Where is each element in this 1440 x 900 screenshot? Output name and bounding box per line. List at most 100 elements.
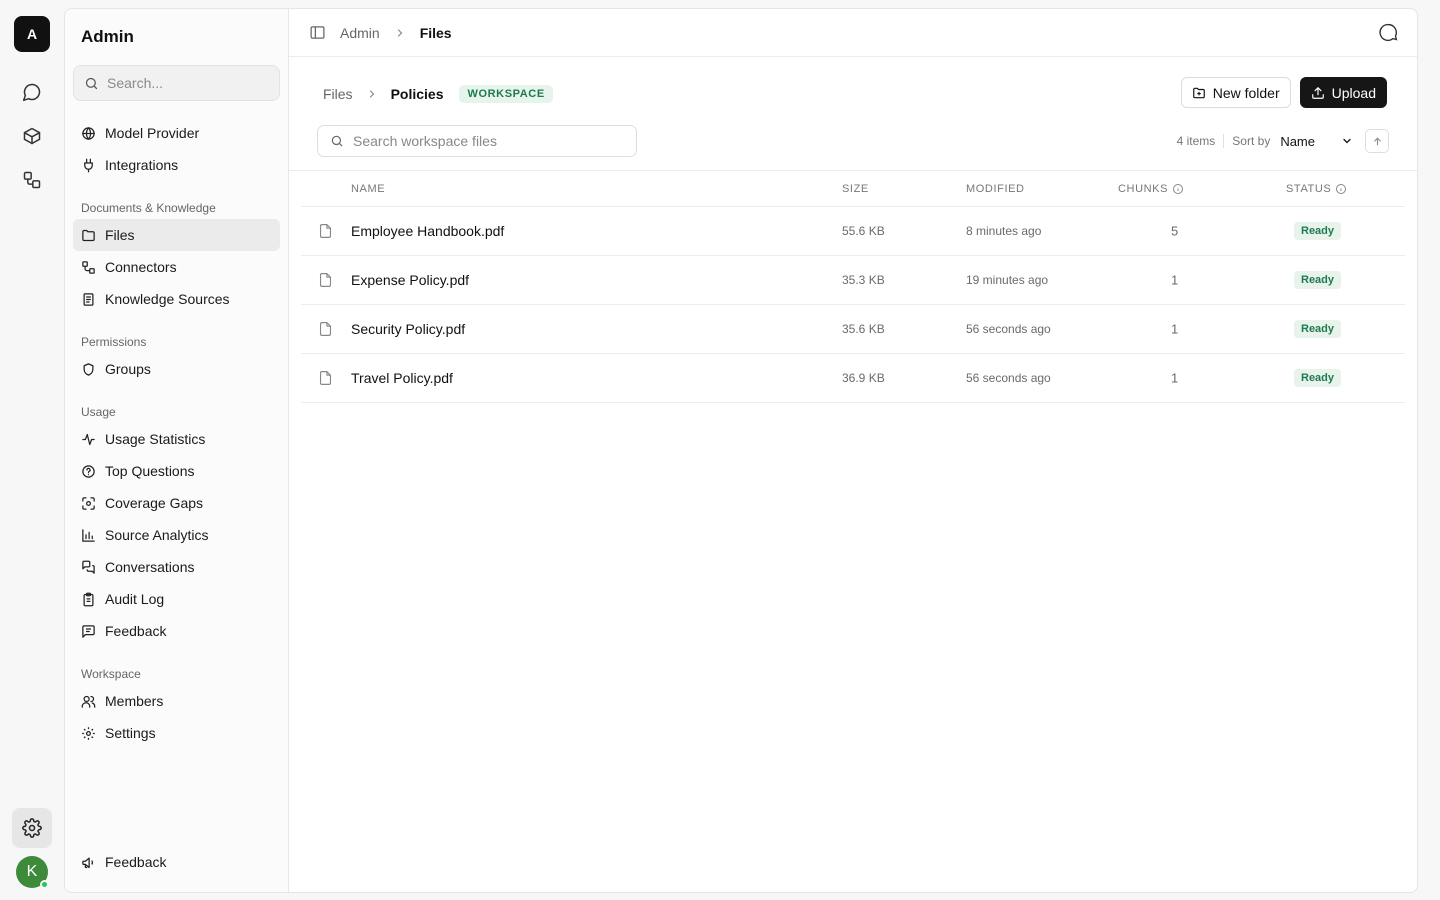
clipboard-icon (83, 592, 94, 606)
sidebar-item-top-questions[interactable]: Top Questions (73, 455, 280, 487)
sidebar-item-label: Settings (105, 725, 156, 741)
sidebar-item-label: Files (105, 227, 135, 243)
sidebar-item-knowledge-sources[interactable]: Knowledge Sources (73, 283, 280, 315)
search-icon (331, 135, 343, 147)
workspace-logo[interactable]: A (14, 16, 50, 52)
file-icon (319, 322, 332, 336)
table-row[interactable]: Security Policy.pdf 35.6 KB 56 seconds a… (301, 305, 1405, 354)
main-card: Admin Search... Model Provider Integrati… (64, 8, 1418, 893)
file-modified: 56 seconds ago (966, 371, 1051, 385)
sort-label: Sort by (1232, 134, 1271, 148)
sidebar-item-source-analytics[interactable]: Source Analytics (73, 519, 280, 551)
upload-button[interactable]: Upload (1299, 77, 1387, 108)
files-breadcrumb-current: Policies (390, 86, 444, 102)
file-modified: 56 seconds ago (966, 322, 1051, 336)
chat-bubble-icon[interactable] (1378, 22, 1399, 43)
sidebar-item-groups[interactable]: Groups (73, 353, 280, 385)
sidebar-search-input[interactable]: Search... (73, 65, 280, 101)
nav-group-label-usage: Usage (81, 405, 116, 419)
files-toolbar: Search workspace files 4 items Sort by N… (317, 125, 1389, 157)
sidebar-item-files[interactable]: Files (73, 219, 280, 251)
app-rail: A K (0, 0, 64, 900)
file-chunks: 1 (1171, 272, 1179, 288)
info-icon (1173, 184, 1184, 194)
file-name[interactable]: Expense Policy.pdf (351, 272, 469, 288)
sidebar-item-integrations[interactable]: Integrations (73, 149, 280, 181)
scan-icon (82, 496, 95, 510)
cube-icon[interactable] (14, 118, 50, 154)
sidebar-item-audit-log[interactable]: Audit Log (73, 583, 280, 615)
avatar[interactable]: K (16, 856, 49, 889)
sidebar-item-label: Integrations (105, 157, 179, 173)
file-modified: 19 minutes ago (966, 273, 1049, 287)
sort-direction-button[interactable] (1365, 129, 1389, 153)
file-size: 35.6 KB (842, 322, 885, 336)
content-area: Admin Files Files Policies WORKSPACE New… (289, 9, 1417, 892)
sidebar-item-conversations[interactable]: Conversations (73, 551, 280, 583)
sidebar-footer-feedback[interactable]: Feedback (73, 846, 280, 878)
workspace-search-placeholder: Search workspace files (353, 133, 497, 149)
file-name[interactable]: Employee Handbook.pdf (351, 223, 504, 239)
sidebar-title: Admin (81, 27, 134, 46)
sidebar-item-label: Source Analytics (105, 527, 209, 543)
files-breadcrumb-root[interactable]: Files (323, 86, 353, 102)
sort-select[interactable]: Name (1280, 134, 1353, 149)
col-status[interactable]: STATUS (1286, 183, 1347, 195)
file-name[interactable]: Security Policy.pdf (351, 321, 465, 337)
table-row[interactable]: Employee Handbook.pdf 55.6 KB 8 minutes … (301, 207, 1405, 256)
sidebar-toggle-icon[interactable] (309, 24, 326, 41)
sidebar-item-settings[interactable]: Settings (73, 717, 280, 749)
file-name[interactable]: Travel Policy.pdf (351, 370, 453, 386)
sidebar-item-connectors[interactable]: Connectors (73, 251, 280, 283)
workflow-icon[interactable] (14, 162, 50, 198)
chat-icon[interactable] (14, 74, 50, 110)
status-badge: Ready (1294, 320, 1342, 338)
sidebar-item-feedback[interactable]: Feedback (73, 615, 280, 647)
col-modified[interactable]: MODIFIED (966, 183, 1025, 195)
question-icon (82, 464, 95, 478)
files-table: NAME SIZE MODIFIED CHUNKS STATUS Employe… (289, 170, 1417, 403)
breadcrumb-admin[interactable]: Admin (340, 25, 380, 41)
sidebar-item-members[interactable]: Members (73, 685, 280, 717)
file-icon (319, 371, 332, 385)
sidebar-search-placeholder: Search... (107, 75, 164, 91)
col-chunks-label: CHUNKS (1118, 183, 1169, 195)
gear-icon (22, 818, 42, 838)
status-badge: Ready (1294, 271, 1342, 289)
table-header: NAME SIZE MODIFIED CHUNKS STATUS (301, 171, 1405, 207)
sidebar-item-label: Members (105, 693, 164, 709)
sidebar-item-label: Coverage Gaps (105, 495, 204, 511)
upload-label: Upload (1331, 84, 1376, 101)
connector-icon (82, 260, 95, 274)
table-row[interactable]: Travel Policy.pdf 36.9 KB 56 seconds ago… (301, 354, 1405, 403)
sidebar-nav: Model Provider Integrations Documents & … (73, 117, 280, 749)
sidebar-item-label: Connectors (105, 259, 177, 275)
bar-chart-icon (82, 528, 95, 542)
workspace-search-input[interactable]: Search workspace files (317, 125, 637, 157)
col-chunks[interactable]: CHUNKS (1118, 183, 1184, 195)
chevron-right-icon (369, 90, 374, 98)
col-size[interactable]: SIZE (842, 183, 869, 195)
new-folder-button[interactable]: New folder (1180, 77, 1291, 108)
sidebar-item-coverage-gaps[interactable]: Coverage Gaps (73, 487, 280, 519)
shield-icon (83, 362, 94, 376)
plug-icon (84, 158, 93, 172)
table-row[interactable]: Expense Policy.pdf 35.3 KB 19 minutes ag… (301, 256, 1405, 305)
file-size: 55.6 KB (842, 224, 885, 238)
chevron-down-icon (1343, 138, 1351, 144)
sidebar-item-label: Top Questions (105, 463, 195, 479)
nav-group-label-permissions: Permissions (81, 335, 147, 349)
status-badge: Ready (1294, 222, 1342, 240)
sidebar-item-usage-statistics[interactable]: Usage Statistics (73, 423, 280, 455)
file-modified: 8 minutes ago (966, 224, 1042, 238)
online-status-dot (40, 880, 49, 889)
chevron-right-icon (397, 28, 403, 37)
settings-button[interactable] (12, 808, 52, 848)
gear-icon (82, 726, 95, 740)
col-name[interactable]: NAME (351, 183, 385, 195)
sidebar-item-model-provider[interactable]: Model Provider (73, 117, 280, 149)
avatar-initial: K (26, 863, 38, 880)
sidebar-item-label: Feedback (105, 854, 167, 870)
megaphone-icon (82, 857, 94, 868)
info-icon (1336, 184, 1347, 194)
